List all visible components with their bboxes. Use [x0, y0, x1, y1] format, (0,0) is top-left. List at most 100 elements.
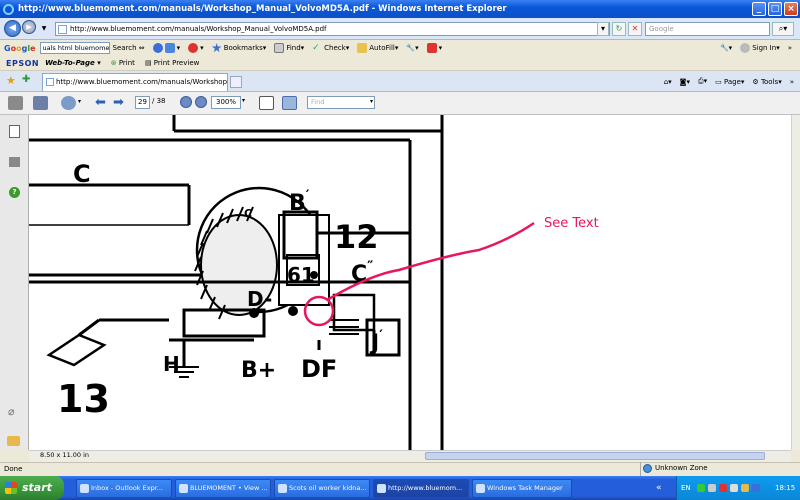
- label-b-plus: B+: [241, 358, 276, 383]
- print-preview-button[interactable]: ▤ Print Preview: [145, 59, 199, 67]
- favorites-star-icon[interactable]: ★: [6, 74, 16, 87]
- address-input[interactable]: http://www.bluemoment.com/manuals/Worksh…: [55, 22, 610, 36]
- tray-icon[interactable]: [708, 484, 716, 492]
- autofill-button[interactable]: AutoFill ▾: [357, 43, 398, 53]
- back-icon[interactable]: ◀: [4, 20, 21, 37]
- forward-icon[interactable]: ▶: [22, 20, 36, 34]
- globe-icon: [643, 464, 652, 473]
- tray-icon[interactable]: [741, 484, 749, 492]
- label-df: DF: [301, 355, 337, 383]
- fit-width-icon[interactable]: [282, 96, 297, 110]
- tray-icon[interactable]: [697, 484, 705, 492]
- label-61: 61: [287, 263, 315, 287]
- address-dropdown-icon[interactable]: ▾: [597, 22, 609, 36]
- outlook-icon: [80, 484, 89, 493]
- new-tab-button[interactable]: [230, 76, 242, 88]
- previous-page-icon[interactable]: ⬅: [95, 95, 106, 110]
- close-button[interactable]: ×: [784, 2, 798, 16]
- find-button[interactable]: Find ▾: [274, 43, 304, 53]
- taskbar-item[interactable]: Scots oil worker kidna...: [274, 479, 370, 498]
- window-title: http://www.bluemoment.com/manuals/Worksh…: [18, 4, 507, 14]
- send-to-icon[interactable]: ▾: [426, 43, 442, 53]
- next-page-icon[interactable]: ➡: [113, 95, 124, 110]
- taskbar-item-active[interactable]: http://www.bluemom...: [373, 479, 469, 498]
- pdf-tool-dropdown-icon[interactable]: ▾: [78, 98, 81, 105]
- google-search-button[interactable]: Search ⇔: [113, 44, 145, 52]
- tray-icon[interactable]: [719, 484, 727, 492]
- tab-title: http://www.bluemoment.com/manuals/Worksh…: [56, 78, 228, 86]
- security-zone[interactable]: Unknown Zone: [640, 462, 800, 476]
- page-menu[interactable]: ▭ Page▾: [715, 78, 744, 86]
- chevron-icon[interactable]: »: [790, 78, 794, 86]
- print-button[interactable]: ⊛ Print: [111, 59, 135, 67]
- pdf-document-view[interactable]: C B′ 12 61 C″ D- J′ H B+ DF 13 C See Tex…: [29, 115, 791, 450]
- google-logo: Google: [4, 43, 36, 53]
- annotation-text: See Text: [544, 216, 599, 231]
- window-title-bar[interactable]: http://www.bluemoment.com/manuals/Worksh…: [0, 0, 800, 18]
- tray-icon[interactable]: [752, 484, 760, 492]
- zone-text: Unknown Zone: [655, 464, 708, 472]
- history-dropdown-icon[interactable]: ▼: [39, 23, 49, 34]
- address-url: http://www.bluemoment.com/manuals/Worksh…: [70, 25, 327, 33]
- tab-current[interactable]: http://www.bluemoment.com/manuals/Worksh…: [42, 73, 228, 91]
- find-dropdown-icon[interactable]: ▾: [370, 98, 373, 105]
- tools-menu[interactable]: ⚙ Tools▾: [752, 78, 781, 86]
- pdf-find-input[interactable]: Find: [307, 96, 375, 109]
- status-text: Done: [4, 465, 23, 473]
- page-number-input[interactable]: 29: [135, 96, 150, 109]
- horizontal-scroll-thumb[interactable]: [425, 452, 765, 460]
- settings-wrench-icon[interactable]: 🔧▾: [720, 44, 732, 52]
- ie-logo-icon: [3, 3, 14, 15]
- ie-icon: [377, 484, 386, 493]
- epson-toolbar: EPSON Web-To-Page ▾ ⊛ Print ▤ Print Prev…: [0, 56, 800, 71]
- refresh-icon[interactable]: ↻: [612, 22, 626, 36]
- print-icon[interactable]: ⎙▾: [698, 77, 707, 86]
- label-small-c: C: [244, 207, 252, 220]
- clock[interactable]: 18:15: [775, 476, 795, 500]
- language-indicator[interactable]: EN: [681, 476, 691, 500]
- task-manager-icon: [476, 484, 485, 493]
- zoom-dropdown-icon[interactable]: ▾: [242, 97, 245, 104]
- minimize-button[interactable]: _: [752, 2, 766, 16]
- page-total: / 38: [152, 97, 166, 105]
- pages-panel-icon[interactable]: [9, 125, 20, 138]
- tray-icon[interactable]: [730, 484, 738, 492]
- popup-blocker-icon[interactable]: ▾: [188, 43, 204, 53]
- bookmarks-button[interactable]: Bookmarks ▾: [211, 43, 266, 53]
- add-favorites-icon[interactable]: ✚: [22, 74, 30, 85]
- stop-icon[interactable]: ✕: [628, 22, 642, 36]
- system-tray: EN 18:15: [676, 476, 800, 500]
- label-12: 12: [334, 218, 379, 256]
- comments-icon[interactable]: [7, 436, 20, 446]
- taskbar-item[interactable]: Inbox - Outlook Expr...: [76, 479, 172, 498]
- help-icon[interactable]: ?: [9, 187, 20, 198]
- search-input[interactable]: Google: [645, 22, 770, 36]
- feeds-icon[interactable]: ◙▾: [680, 78, 690, 86]
- pdf-print-icon[interactable]: [8, 96, 23, 110]
- vertical-scrollbar[interactable]: [791, 115, 800, 450]
- google-search-input[interactable]: uals html bluemoment: [39, 42, 110, 54]
- taskbar-scroll-icon[interactable]: «: [656, 483, 662, 493]
- zoom-select[interactable]: 300%: [211, 96, 241, 109]
- tools-wrench-icon[interactable]: 🔧▾: [406, 44, 418, 52]
- zoom-out-icon[interactable]: [180, 96, 192, 108]
- toolbar-chevron-icon[interactable]: »: [788, 44, 792, 52]
- taskbar-item[interactable]: BLUEMOMENT • View ...: [175, 479, 271, 498]
- home-icon[interactable]: ⌂▾: [664, 78, 672, 86]
- zoom-in-icon[interactable]: [195, 96, 207, 108]
- label-13: 13: [57, 377, 110, 421]
- google-toolbar: Google uals html bluemoment Search ⇔ ▾ ▾…: [0, 40, 800, 56]
- pdf-hand-tool-icon[interactable]: [61, 96, 76, 110]
- search-go-icon[interactable]: ⌕▾: [772, 22, 794, 36]
- attachments-icon[interactable]: ⌀: [8, 405, 15, 418]
- bookmarks-panel-icon[interactable]: [9, 157, 20, 167]
- google-extras-icon[interactable]: ▾: [152, 43, 180, 53]
- web-to-page-button[interactable]: Web-To-Page ▾: [45, 59, 101, 67]
- check-button[interactable]: ✓ Check ▾: [312, 43, 349, 53]
- sign-in-button[interactable]: Sign In ▾: [740, 43, 780, 53]
- fit-page-icon[interactable]: [259, 96, 274, 110]
- maximize-button[interactable]: □: [768, 2, 782, 16]
- taskbar-item[interactable]: Windows Task Manager: [472, 479, 572, 498]
- start-button[interactable]: start: [0, 476, 64, 500]
- pdf-save-icon[interactable]: [33, 96, 48, 110]
